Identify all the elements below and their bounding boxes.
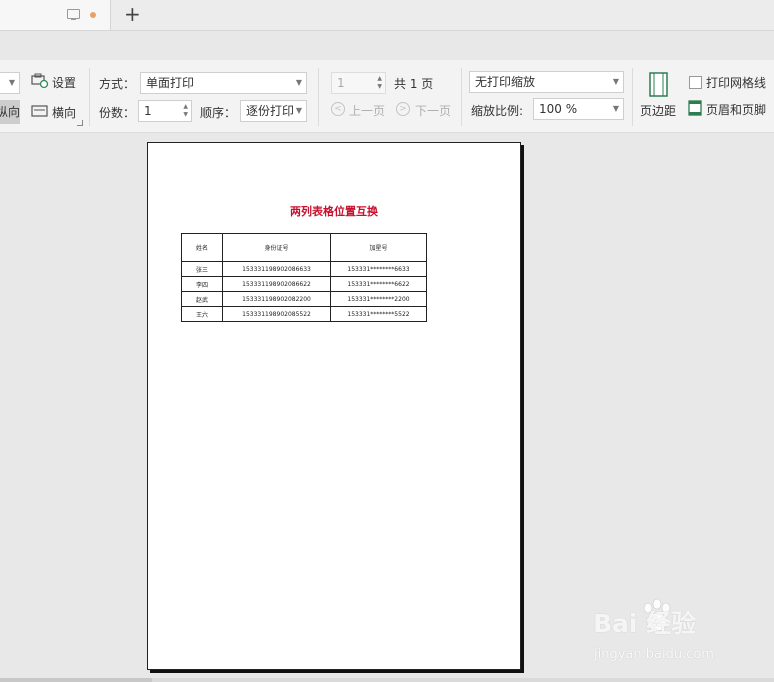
column-header: 身份证号	[222, 233, 331, 262]
prev-arrow-icon[interactable]: <	[331, 102, 345, 116]
divider	[318, 68, 319, 126]
landscape-icon[interactable]	[31, 105, 48, 117]
data-table: 姓名 身份证号 加星号 张三 153331198902086633 153331…	[181, 233, 427, 322]
scale-mode-select[interactable]: 无打印缩放 ▼	[469, 71, 624, 93]
column-header: 姓名	[181, 233, 223, 262]
chevron-down-icon: ▼	[8, 78, 15, 87]
chevron-down-icon: ▼	[612, 104, 619, 113]
document-tab[interactable]	[0, 0, 111, 30]
zoom-value: 100 %	[539, 102, 578, 116]
print-preview-ribbon: ▼ 纵向 设置 横向 方式： 单面打印 ▼ 份数： 1 ▲ ▼ 顺序： 逐份打印 ▼ 1…	[0, 60, 774, 133]
next-page-button[interactable]: 下一页	[415, 102, 451, 119]
gridlines-checkbox[interactable]	[689, 76, 702, 89]
chevron-down-icon: ▼	[295, 106, 302, 115]
total-pages: 共 1 页	[394, 77, 434, 91]
monitor-icon	[67, 9, 80, 20]
zoom-label: 缩放比例:	[471, 104, 524, 118]
prev-page-button[interactable]: 上一页	[349, 102, 385, 119]
scale-mode-value: 无打印缩放	[475, 75, 536, 89]
down-arrow-icon[interactable]: ▼	[183, 112, 188, 118]
zoom-select[interactable]: 100 % ▼	[533, 98, 624, 120]
landscape-label[interactable]: 横向	[52, 104, 76, 121]
mode-label: 方式：	[99, 77, 136, 91]
watermark-url: jingyan.baidu.com	[594, 647, 714, 662]
down-arrow-icon[interactable]: ▼	[377, 84, 382, 90]
unsaved-dot-icon	[90, 12, 96, 18]
print-preview-page: 两列表格位置互换 姓名 身份证号 加星号 张三 1533311989020866…	[147, 142, 521, 670]
table-cell: 153331198902086633	[222, 261, 331, 277]
order-label: 顺序：	[200, 106, 237, 120]
orientation-dropdown[interactable]: ▼	[0, 72, 20, 94]
page-number-stepper[interactable]: 1 ▲ ▼	[331, 72, 386, 94]
chevron-down-icon: ▼	[295, 78, 302, 87]
header-footer-icon[interactable]	[688, 100, 702, 116]
table-cell: 李四	[181, 276, 223, 292]
table-cell: 153331********6622	[330, 276, 427, 292]
table-cell: 153331198902085522	[222, 306, 331, 322]
table-cell: 张三	[181, 261, 223, 277]
scrollbar-thumb[interactable]	[0, 678, 152, 682]
divider	[89, 68, 90, 126]
up-arrow-icon[interactable]: ▲	[183, 104, 188, 110]
settings-label[interactable]: 设置	[52, 74, 76, 91]
copies-label: 份数：	[99, 106, 136, 120]
table-row: 张三 153331198902086633 153331********6633	[181, 261, 427, 277]
table-cell: 王六	[181, 306, 223, 322]
portrait-label: 纵向	[0, 105, 20, 119]
table-cell: 153331********6633	[330, 261, 427, 277]
table-header-row: 姓名 身份证号 加星号	[181, 233, 427, 262]
print-order-select[interactable]: 逐份打印 ▼	[240, 100, 307, 122]
table-cell: 153331198902082200	[222, 291, 331, 307]
next-arrow-icon[interactable]: >	[396, 102, 410, 116]
page-margins-icon[interactable]	[648, 71, 670, 99]
copies-stepper[interactable]: 1 ▲ ▼	[138, 100, 192, 122]
watermark-brand: Bai 经验	[593, 609, 697, 638]
table-row: 王六 153331198902085522 153331********5522	[181, 306, 427, 322]
group-launcher-icon[interactable]	[77, 120, 83, 126]
print-mode-value: 单面打印	[146, 76, 195, 90]
divider	[632, 68, 633, 126]
print-mode-select[interactable]: 单面打印 ▼	[140, 72, 307, 94]
divider	[461, 68, 462, 126]
page-number-value: 1	[337, 76, 345, 90]
table-row: 赵武 153331198902082200 153331********2200	[181, 291, 427, 307]
table-cell: 153331198902086622	[222, 276, 331, 292]
table-cell: 153331********5522	[330, 306, 427, 322]
settings-icon[interactable]	[31, 73, 49, 89]
table-cell: 赵武	[181, 291, 223, 307]
copies-value: 1	[144, 104, 152, 118]
gridlines-label: 打印网格线	[706, 76, 767, 90]
chevron-down-icon: ▼	[612, 77, 619, 86]
page-margins-button[interactable]: 页边距	[640, 102, 676, 119]
document-title: 两列表格位置互换	[290, 205, 378, 218]
tab-bar: +	[0, 0, 774, 31]
new-tab-button[interactable]: +	[124, 3, 141, 25]
header-footer-button[interactable]: 页眉和页脚	[706, 101, 766, 118]
column-header: 加星号	[330, 233, 427, 262]
portrait-button[interactable]: 纵向	[0, 100, 20, 124]
table-row: 李四 153331198902086622 153331********6622	[181, 276, 427, 292]
up-arrow-icon[interactable]: ▲	[377, 76, 382, 82]
table-cell: 153331********2200	[330, 291, 427, 307]
print-order-value: 逐份打印	[246, 104, 295, 118]
